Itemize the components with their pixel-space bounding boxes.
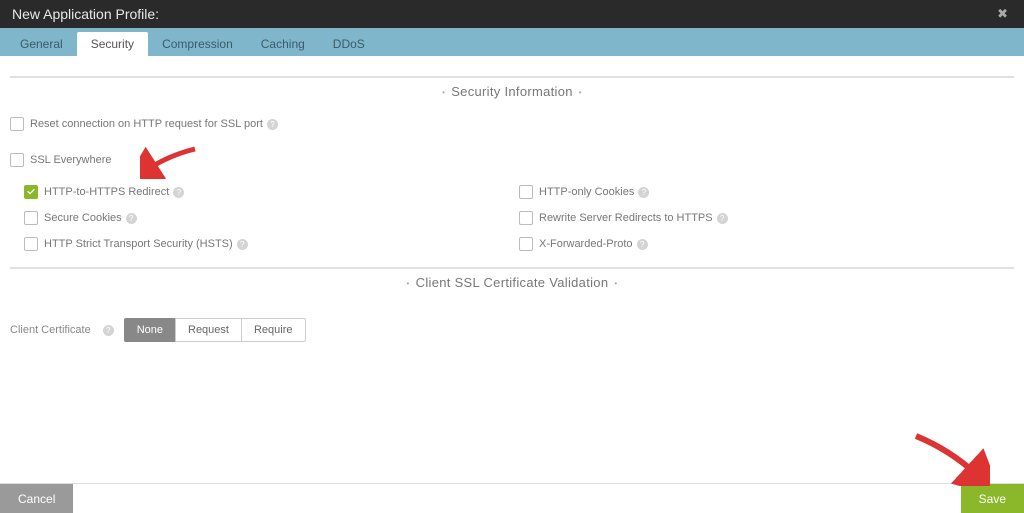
checkbox-rewrite-redirects[interactable] (519, 211, 533, 225)
checkbox-ssl-everywhere[interactable] (10, 153, 24, 167)
help-icon[interactable] (103, 325, 114, 336)
tab-ddos[interactable]: DDoS (319, 32, 379, 56)
label-ssl-everywhere: SSL Everywhere (30, 154, 112, 166)
window-title: New Application Profile: (12, 6, 159, 22)
cert-option-request[interactable]: Request (175, 318, 242, 342)
checkbox-reset-connection[interactable] (10, 117, 24, 131)
tab-caching[interactable]: Caching (247, 32, 319, 56)
client-certificate-segmented: None Request Require (124, 318, 306, 342)
section-title-client-ssl: Client SSL Certificate Validation (10, 268, 1014, 302)
title-bar: New Application Profile: ✖ (0, 0, 1024, 28)
label-http-only-cookies: HTTP-only Cookies (539, 186, 634, 198)
checkbox-http-https-redirect[interactable] (24, 185, 38, 199)
checkbox-hsts[interactable] (24, 237, 38, 251)
client-certificate-label: Client Certificate (10, 324, 91, 336)
cert-option-none[interactable]: None (124, 318, 176, 342)
help-icon[interactable] (126, 213, 137, 224)
label-secure-cookies: Secure Cookies (44, 212, 122, 224)
tab-compression[interactable]: Compression (148, 32, 247, 56)
help-icon[interactable] (637, 239, 648, 250)
help-icon[interactable] (717, 213, 728, 224)
help-icon[interactable] (237, 239, 248, 250)
tab-bar: General Security Compression Caching DDo… (0, 28, 1024, 56)
cert-option-require[interactable]: Require (241, 318, 306, 342)
label-http-https-redirect: HTTP-to-HTTPS Redirect (44, 186, 169, 198)
section-title-security: Security Information (10, 77, 1014, 111)
help-icon[interactable] (173, 187, 184, 198)
checkbox-secure-cookies[interactable] (24, 211, 38, 225)
cancel-button[interactable]: Cancel (0, 484, 73, 513)
label-x-forwarded-proto: X-Forwarded-Proto (539, 238, 633, 250)
label-rewrite-redirects: Rewrite Server Redirects to HTTPS (539, 212, 713, 224)
tab-general[interactable]: General (6, 32, 77, 56)
close-icon[interactable]: ✖ (993, 6, 1012, 22)
help-icon[interactable] (638, 187, 649, 198)
checkbox-x-forwarded-proto[interactable] (519, 237, 533, 251)
checkbox-http-only-cookies[interactable] (519, 185, 533, 199)
footer-bar: Cancel Save (0, 483, 1024, 513)
help-icon[interactable] (267, 119, 278, 130)
label-hsts: HTTP Strict Transport Security (HSTS) (44, 238, 233, 250)
annotation-arrow-icon (910, 430, 990, 486)
tab-security[interactable]: Security (77, 32, 148, 56)
label-reset-connection: Reset connection on HTTP request for SSL… (30, 118, 263, 130)
save-button[interactable]: Save (961, 484, 1024, 513)
